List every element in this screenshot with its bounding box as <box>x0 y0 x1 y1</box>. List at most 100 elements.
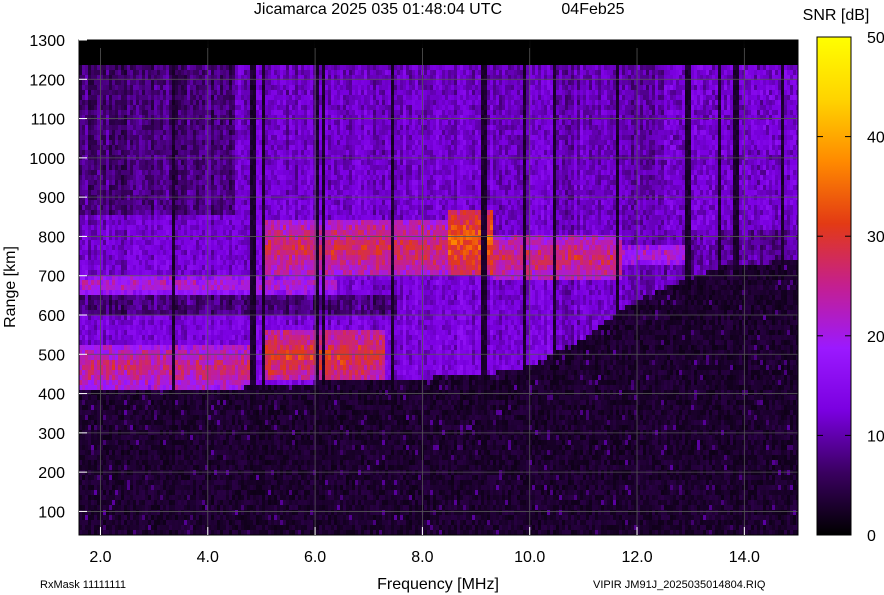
heatmap-cell <box>226 200 229 205</box>
heatmap-cell <box>193 225 196 230</box>
heatmap-cell <box>85 105 88 110</box>
heatmap-cell <box>235 100 238 105</box>
heatmap-cell <box>184 450 187 455</box>
heatmap-cell <box>196 440 199 445</box>
heatmap-cell <box>169 375 172 380</box>
heatmap-cell <box>226 375 229 380</box>
heatmap-cell <box>217 440 220 445</box>
heatmap-cell <box>190 355 193 360</box>
heatmap-cell <box>88 120 91 125</box>
heatmap-cell <box>157 300 160 305</box>
heatmap-cell <box>184 70 187 75</box>
heatmap-cell <box>127 485 130 490</box>
heatmap-cell <box>202 485 205 490</box>
heatmap-cell <box>142 385 145 390</box>
heatmap-cell <box>214 160 217 165</box>
heatmap-cell <box>184 240 187 245</box>
heatmap-cell <box>208 460 211 465</box>
heatmap-cell <box>211 340 214 345</box>
heatmap-cell <box>229 525 232 530</box>
heatmap-cell <box>208 140 211 145</box>
heatmap-cell <box>154 340 157 345</box>
heatmap-cell <box>181 300 184 305</box>
heatmap-cell <box>163 510 166 515</box>
heatmap-cell <box>136 150 139 155</box>
heatmap-cell <box>97 145 100 150</box>
heatmap-cell <box>142 300 145 305</box>
heatmap-cell <box>160 250 163 255</box>
heatmap-cell <box>178 390 181 395</box>
heatmap-cell <box>217 175 220 180</box>
heatmap-cell <box>139 280 142 285</box>
heatmap-cell <box>148 375 151 380</box>
heatmap-cell <box>163 125 166 130</box>
heatmap-cell <box>235 105 238 110</box>
heatmap-cell <box>136 220 139 225</box>
heatmap-cell <box>187 465 190 470</box>
heatmap-cell <box>232 110 235 115</box>
heatmap-cell <box>196 70 199 75</box>
heatmap-cell <box>211 445 214 450</box>
heatmap-cell <box>172 365 175 370</box>
heatmap-cell <box>133 285 136 290</box>
heatmap-cell <box>193 425 196 430</box>
heatmap-cell <box>151 295 154 300</box>
heatmap-cell <box>226 405 229 410</box>
heatmap-cell <box>109 85 112 90</box>
heatmap-cell <box>136 435 139 440</box>
heatmap-cell <box>202 160 205 165</box>
heatmap-cell <box>229 500 232 505</box>
heatmap-cell <box>178 410 181 415</box>
heatmap-cell <box>208 255 211 260</box>
heatmap-cell <box>223 160 226 165</box>
heatmap-cell <box>112 450 115 455</box>
heatmap-cell <box>160 190 163 195</box>
heatmap-cell <box>139 495 142 500</box>
heatmap-cell <box>136 115 139 120</box>
heatmap-cell <box>109 285 112 290</box>
heatmap-cell <box>115 90 118 95</box>
heatmap-cell <box>163 70 166 75</box>
heatmap-cell <box>133 135 136 140</box>
heatmap-cell <box>202 405 205 410</box>
heatmap-cell <box>166 465 169 470</box>
heatmap-cell <box>166 270 169 275</box>
heatmap-cell <box>226 530 229 535</box>
heatmap-cell <box>82 305 85 310</box>
heatmap-cell <box>163 455 166 460</box>
heatmap-cell <box>184 140 187 145</box>
heatmap-cell <box>235 235 238 240</box>
heatmap-cell <box>103 445 106 450</box>
heatmap-cell <box>139 410 142 415</box>
heatmap-cell <box>220 100 223 105</box>
heatmap-cell <box>187 210 190 215</box>
heatmap-cell <box>193 370 196 375</box>
heatmap-cell <box>220 305 223 310</box>
heatmap-cell <box>154 355 157 360</box>
heatmap-cell <box>217 360 220 365</box>
heatmap-cell <box>121 440 124 445</box>
heatmap-cell <box>196 145 199 150</box>
heatmap-cell <box>187 240 190 245</box>
heatmap-cell <box>97 85 100 90</box>
heatmap-cell <box>145 235 148 240</box>
heatmap-cell <box>91 65 94 70</box>
heatmap-cell <box>145 100 148 105</box>
heatmap-cell <box>196 385 199 390</box>
heatmap-cell <box>175 525 178 530</box>
heatmap-cell <box>217 390 220 395</box>
heatmap-cell <box>193 335 196 340</box>
heatmap-cell <box>121 260 124 265</box>
heatmap-cell <box>178 225 181 230</box>
heatmap-cell <box>112 365 115 370</box>
heatmap-cell <box>211 415 214 420</box>
heatmap-cell <box>91 285 94 290</box>
heatmap-cell <box>91 225 94 230</box>
heatmap-cell <box>196 530 199 535</box>
heatmap-cell <box>163 435 166 440</box>
heatmap-cell <box>151 175 154 180</box>
heatmap-cell <box>223 475 226 480</box>
heatmap-cell <box>157 365 160 370</box>
heatmap-cell <box>181 315 184 320</box>
heatmap-cell <box>232 250 235 255</box>
